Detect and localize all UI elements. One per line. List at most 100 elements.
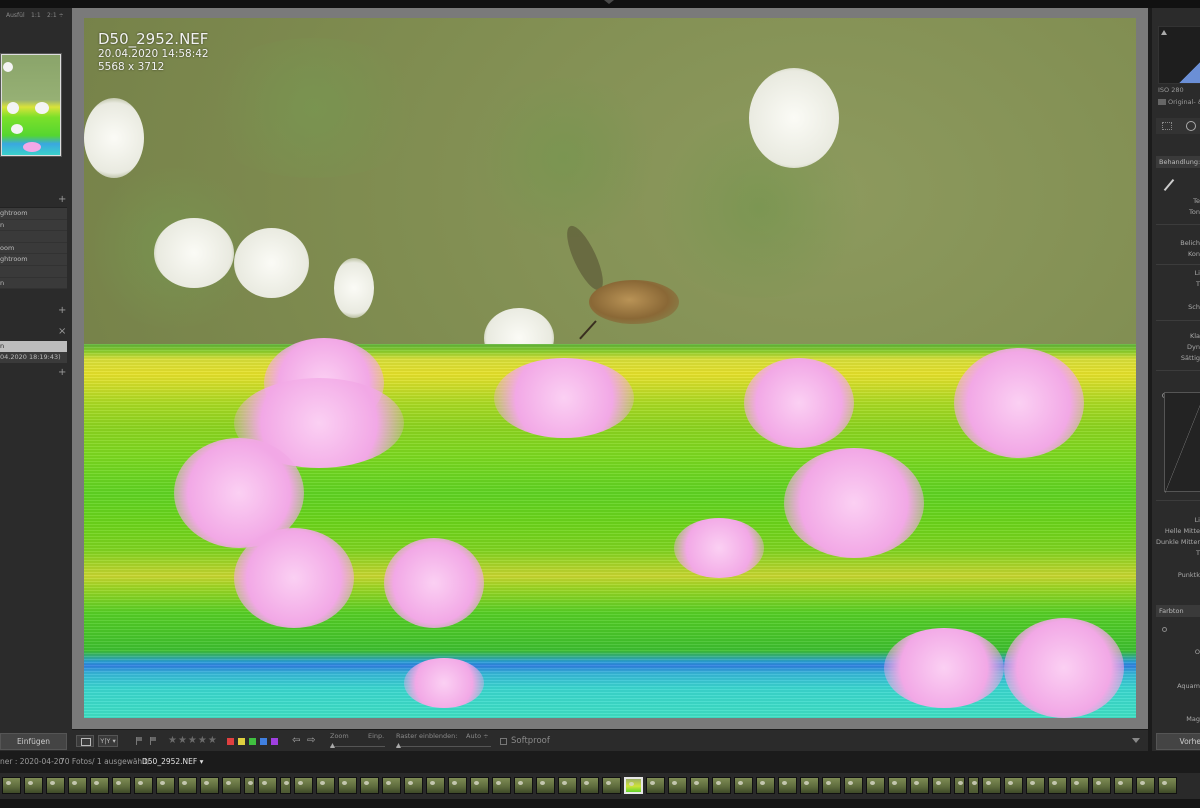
filmstrip-thumbnail[interactable] [1136, 777, 1155, 794]
filmstrip-thumbnail[interactable] [954, 777, 965, 794]
filmstrip-thumbnail[interactable] [888, 777, 907, 794]
filmstrip-thumbnail[interactable] [844, 777, 863, 794]
grid-value[interactable]: Auto ÷ [466, 732, 489, 740]
next-photo-icon[interactable]: ⇨ [307, 730, 315, 752]
filmstrip-thumbnail[interactable] [294, 777, 313, 794]
filmstrip-thumbnail[interactable] [404, 777, 423, 794]
filmstrip-thumbnail[interactable] [822, 777, 841, 794]
filmstrip-thumbnail[interactable] [712, 777, 731, 794]
toolbar-menu-icon[interactable] [1132, 738, 1140, 743]
filmstrip-thumbnail[interactable] [382, 777, 401, 794]
filmstrip-thumbnail[interactable] [448, 777, 467, 794]
filmstrip-thumbnail[interactable] [200, 777, 219, 794]
filmstrip-thumbnail[interactable] [690, 777, 709, 794]
filmstrip-thumbnail[interactable] [46, 777, 65, 794]
filmstrip-thumbnail[interactable] [222, 777, 241, 794]
filmstrip-thumbnail[interactable] [514, 777, 533, 794]
color-label-blue[interactable] [260, 738, 267, 745]
hue-header[interactable]: Farbton [1156, 605, 1200, 617]
filmstrip-thumbnail[interactable] [244, 777, 255, 794]
filmstrip-thumbnail[interactable] [800, 777, 819, 794]
list-item[interactable]: ghtroom [0, 254, 67, 266]
filmstrip-thumbnail[interactable] [2, 777, 21, 794]
filmstrip-thumbnail[interactable] [982, 777, 1001, 794]
filmstrip-thumbnail[interactable] [1048, 777, 1067, 794]
grid-slider[interactable] [396, 746, 491, 747]
filmstrip-thumbnail[interactable] [580, 777, 599, 794]
filmstrip-thumbnail[interactable] [134, 777, 153, 794]
filmstrip-thumbnail[interactable] [624, 777, 643, 794]
loupe-view-button[interactable] [76, 735, 94, 747]
filmstrip-thumbnail[interactable] [426, 777, 445, 794]
filmstrip-thumbnail[interactable] [910, 777, 929, 794]
filmstrip-thumbnail[interactable] [470, 777, 489, 794]
flag-icon[interactable] [136, 737, 143, 745]
softproof-checkbox[interactable] [500, 738, 507, 745]
add-collection-icon[interactable]: + [58, 194, 66, 205]
color-label-purple[interactable] [271, 738, 278, 745]
filmstrip-thumbnail[interactable] [178, 777, 197, 794]
filmstrip-thumbnail[interactable] [1092, 777, 1111, 794]
filmstrip-thumbnail[interactable] [866, 777, 885, 794]
filmstrip-thumbnail[interactable] [558, 777, 577, 794]
zoom-fit-option[interactable]: Ausfül [6, 12, 25, 19]
list-item[interactable] [0, 266, 67, 278]
target-adjust-icon[interactable] [1162, 627, 1167, 632]
navigator-viewport-frame[interactable] [1, 54, 61, 156]
current-file[interactable]: D50_2952.NEF ▾ [142, 751, 203, 773]
filmstrip-thumbnail[interactable] [90, 777, 109, 794]
zoom-value[interactable]: Einp. [368, 732, 384, 740]
list-item[interactable] [0, 231, 67, 243]
filmstrip-thumbnail[interactable] [68, 777, 87, 794]
star-rating[interactable]: ★★★★★ [168, 730, 218, 752]
top-panel-toggle-icon[interactable] [604, 0, 614, 4]
filmstrip-thumbnail[interactable] [316, 777, 335, 794]
folder-path[interactable]: ner : 2020-04-20 [0, 751, 63, 773]
history-item[interactable]: n [0, 341, 67, 352]
add-preset-icon[interactable]: + [58, 367, 66, 378]
filmstrip-thumbnail[interactable] [968, 777, 979, 794]
color-label-green[interactable] [249, 738, 256, 745]
spot-removal-icon[interactable] [1186, 121, 1196, 131]
crop-tool-icon[interactable] [1162, 122, 1172, 130]
filmstrip-thumbnail[interactable] [646, 777, 665, 794]
filmstrip-thumbnail[interactable] [258, 777, 277, 794]
point-curve-label[interactable]: Punktk [1178, 571, 1200, 579]
filmstrip-thumbnail[interactable] [1158, 777, 1177, 794]
list-item[interactable]: n [0, 220, 67, 232]
zoom-slider[interactable] [330, 746, 385, 747]
list-item[interactable]: oom [0, 243, 67, 255]
filmstrip-thumbnail[interactable] [536, 777, 555, 794]
before-after-button[interactable]: Y|Y ▾ [98, 735, 118, 747]
filmstrip-thumbnail[interactable] [156, 777, 175, 794]
filmstrip-thumbnail[interactable] [1070, 777, 1089, 794]
filmstrip-thumbnail[interactable] [338, 777, 357, 794]
color-label-yellow[interactable] [238, 738, 245, 745]
reject-flag-icon[interactable] [150, 737, 157, 745]
clear-history-icon[interactable]: × [58, 326, 66, 337]
paste-button[interactable]: Einfügen [0, 733, 67, 750]
history-item[interactable]: 04.2020 18:19:43) [0, 352, 67, 363]
filmstrip-thumbnail[interactable] [1114, 777, 1133, 794]
color-label-red[interactable] [227, 738, 234, 745]
previous-photo-icon[interactable]: ⇦ [292, 730, 300, 752]
add-snapshot-icon[interactable]: + [58, 305, 66, 316]
clipping-indicator-icon[interactable] [1161, 30, 1167, 35]
filmstrip-thumbnail[interactable] [756, 777, 775, 794]
list-item[interactable]: n [0, 278, 67, 290]
white-balance-dropper-icon[interactable] [1162, 178, 1176, 192]
filmstrip-thumbnail[interactable] [602, 777, 621, 794]
filmstrip-thumbnail[interactable] [932, 777, 951, 794]
zoom-1-1-option[interactable]: 1:1 [31, 12, 41, 19]
previous-settings-button[interactable]: Vorhe [1156, 733, 1200, 750]
zoom-2-1-option[interactable]: 2:1 ÷ [47, 12, 64, 19]
filmstrip-thumbnail[interactable] [112, 777, 131, 794]
filmstrip-thumbnail[interactable] [492, 777, 511, 794]
tone-curve-graph[interactable] [1164, 392, 1200, 493]
filmstrip-thumbnail[interactable] [1026, 777, 1045, 794]
filmstrip-thumbnail[interactable] [24, 777, 43, 794]
filmstrip-thumbnail[interactable] [778, 777, 797, 794]
navigator-preview[interactable] [0, 53, 62, 157]
filmstrip-thumbnail[interactable] [360, 777, 379, 794]
filmstrip-thumbnail[interactable] [1004, 777, 1023, 794]
